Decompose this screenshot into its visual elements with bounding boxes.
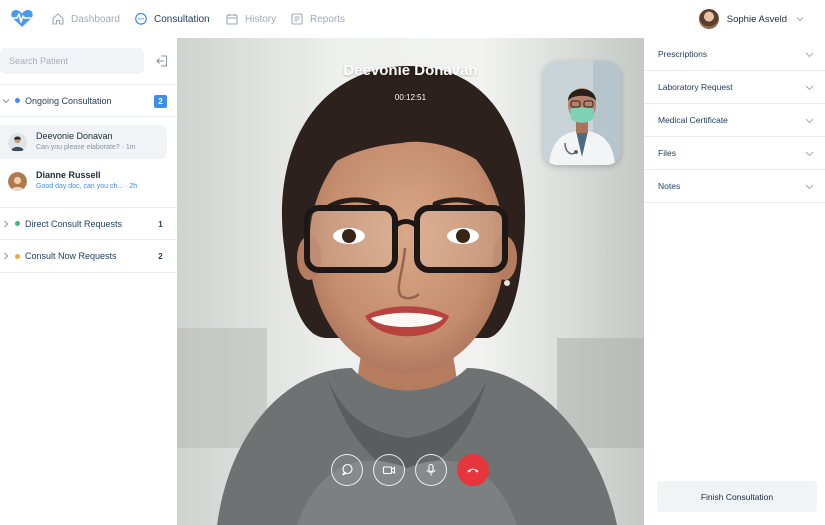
doctor-video-thumbnail [543,61,621,165]
microphone-icon [426,463,436,476]
chevron-down-icon [805,85,814,91]
direct-consult-label: Direct Consult Requests [25,218,123,229]
direct-consult-requests-header[interactable]: Direct Consult Requests 1 [0,207,177,240]
chat-last-message: Good day doc, can you ch... · 2h [36,183,138,190]
accordion-label: Notes [658,181,681,191]
video-toggle-button[interactable] [373,454,405,486]
chevron-down-icon [805,52,814,58]
chevron-right-icon [4,252,9,260]
avatar [8,133,27,152]
accordion-files[interactable]: Files [644,137,825,170]
accordion-prescriptions[interactable]: Prescriptions [644,38,825,71]
accordion-medical-certificate[interactable]: Medical Certificate [644,104,825,137]
avatar [8,172,27,191]
ongoing-consultation-header[interactable]: Ongoing Consultation 2 [0,84,177,117]
nav-dashboard-label: Dashboard [71,13,120,25]
nav-dashboard[interactable]: Dashboard [51,11,120,27]
accordion-label: Laboratory Request [658,82,733,92]
chat-last-message: Can you please elaborate? · 1m [36,144,136,151]
accordion-label: Medical Certificate [658,115,728,125]
patient-sidebar: Ongoing Consultation 2 Deevonie Donavan … [0,38,177,525]
chevron-right-icon [4,220,9,227]
chat-list-item[interactable]: Deevonie Donavan Can you please elaborat… [0,125,167,159]
nav-reports[interactable]: Reports [290,11,345,27]
consult-now-count-badge: 2 [158,252,163,261]
chat-icon [342,463,353,476]
avatar [698,9,719,29]
accordion-label: Files [658,148,676,158]
chevron-down-icon [2,98,10,103]
history-icon [226,14,238,25]
chat-button[interactable] [331,454,363,486]
consult-now-label: Consult Now Requests [25,251,117,261]
end-call-icon [467,468,479,473]
video-call-area: Deevonie Donavan 00:12:51 [177,38,644,525]
finish-consultation-button[interactable]: Finish Consultation [657,481,817,512]
accordion-label: Prescriptions [658,49,708,59]
nav-history[interactable]: History [225,11,276,27]
ongoing-count-badge: 2 [154,95,167,108]
home-icon [52,13,64,25]
status-dot [15,221,20,226]
reports-icon [291,13,303,25]
nav-history-label: History [245,13,277,25]
doctor-self-view[interactable] [543,61,621,165]
nav-reports-label: Reports [310,13,346,25]
search-input[interactable] [0,48,144,74]
user-menu[interactable]: Sophie Asveld [698,9,805,29]
nav-consultation[interactable]: Consultation [134,11,210,27]
call-controls [331,454,489,486]
consultation-details-panel: Prescriptions Laboratory Request Medical… [644,38,825,525]
app-logo-icon[interactable] [10,8,34,28]
nav-consultation-label: Consultation [154,13,210,25]
user-name: Sophie Asveld [726,13,787,25]
chat-patient-name: Dianne Russell [36,170,101,180]
chevron-down-icon [805,118,814,124]
consult-now-requests-header[interactable]: Consult Now Requests 2 [0,240,177,273]
ongoing-consultation-label: Ongoing Consultation [25,95,112,106]
chevron-down-icon [805,151,814,157]
status-dot [15,98,20,103]
chat-patient-name: Deevonie Donavan [36,131,113,141]
chat-list-item[interactable]: Dianne Russell Good day doc, can you ch.… [0,164,167,198]
logout-icon[interactable] [155,54,169,68]
video-camera-icon [382,466,396,475]
chat-bubble-icon [135,12,147,25]
status-dot [15,253,20,259]
chevron-down-icon [796,17,804,22]
chevron-down-icon [805,184,814,190]
microphone-toggle-button[interactable] [415,454,447,486]
top-navigation: Dashboard Consultation History Reports S… [0,0,825,38]
accordion-notes[interactable]: Notes [644,170,825,203]
direct-count-badge: 1 [158,220,163,229]
end-call-button[interactable] [457,454,489,486]
accordion-laboratory-request[interactable]: Laboratory Request [644,71,825,104]
